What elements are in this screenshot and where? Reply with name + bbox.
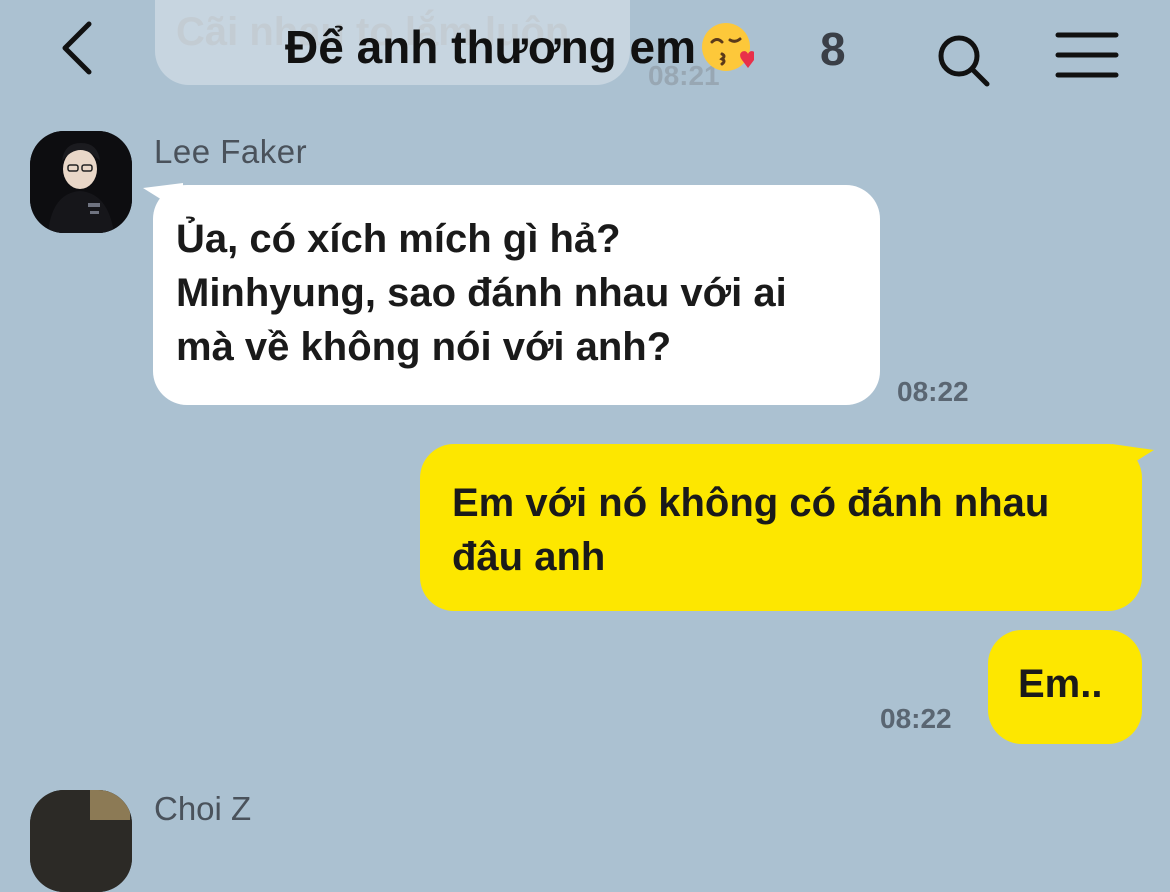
avatar-image (30, 131, 132, 233)
search-icon[interactable] (935, 32, 991, 88)
kissing-face-with-heart-emoji (702, 23, 755, 71)
message-line: đâu anh (452, 535, 606, 579)
member-count: 8 (820, 23, 846, 75)
message-text: Ủa, có xích mích gì hả? Minhyung, sao đá… (176, 212, 866, 374)
chevron-left-icon[interactable] (55, 18, 103, 78)
message-time: 08:22 (880, 703, 952, 734)
avatar[interactable] (30, 131, 132, 233)
sender-name: Lee Faker (154, 133, 308, 170)
message-time: 08:22 (897, 376, 969, 407)
message-line: mà về không nói với anh? (176, 325, 672, 369)
chat-title-text: Để anh thương em (285, 21, 697, 73)
avatar[interactable] (30, 790, 132, 892)
message-text: Em với nó không có đánh nhau đâu anh (452, 476, 1122, 584)
message-line: Em.. (1018, 662, 1103, 706)
avatar-image (30, 790, 132, 892)
hamburger-menu-icon[interactable] (1055, 30, 1119, 80)
chat-title: Để anh thương em (285, 20, 755, 74)
message-line: Minhyung, sao đánh nhau với ai (176, 271, 787, 315)
sender-name: Choi Z (154, 790, 252, 827)
message-line: Ủa, có xích mích gì hả? (176, 217, 621, 261)
message-line: Em với nó không có đánh nhau (452, 481, 1050, 525)
